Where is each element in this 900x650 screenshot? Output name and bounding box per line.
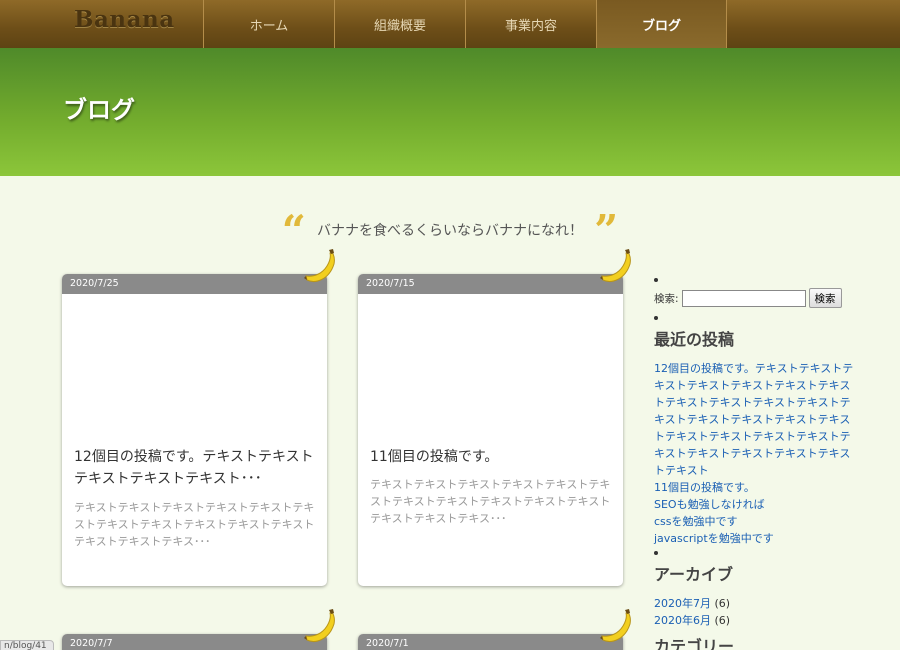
post-card[interactable]: 2020/7/1 [358,608,631,650]
post-title[interactable]: 12個目の投稿です。テキストテキストテキストテキストテキスト･･･ [74,446,316,490]
list-bullet [654,278,658,282]
site-header: Banana ホーム 組織概要 事業内容 ブログ [0,0,900,48]
recent-posts-heading: 最近の投稿 [654,330,735,349]
post-date: 2020/7/25 [62,274,327,294]
post-excerpt: テキストテキストテキストテキストテキストテキストテキストテキストテキストテキスト… [74,501,315,548]
list-bullet [654,551,658,555]
nav-item-services[interactable]: 事業内容 [465,0,596,48]
banana-icon [303,248,335,282]
archive-count: (6) [714,614,731,627]
recent-post-link[interactable]: cssを勉強中です [654,513,854,530]
category-heading: カテゴリー [654,637,735,650]
recent-post-link[interactable]: SEOも勉強しなければ [654,496,854,513]
status-bar-url: n/blog/41 [0,640,54,650]
post-card[interactable]: 2020/7/7 [62,608,335,650]
page-hero: ブログ [0,48,900,176]
site-logo[interactable]: Banana [74,6,175,33]
sidebar: 検索: 検索 最近の投稿 12個目の投稿です。テキストテキストテキストテキストテ… [654,276,854,650]
banana-icon [599,608,631,642]
page-title: ブログ [63,96,135,124]
banana-icon [599,248,631,282]
archive-item: 2020年7月 (6) [654,595,854,612]
nav-item-home[interactable]: ホーム [203,0,334,48]
archive-link[interactable]: 2020年6月 [654,614,711,627]
post-date: 2020/7/1 [358,634,623,650]
list-bullet [654,316,658,320]
search-input[interactable] [681,289,806,307]
recent-post-link[interactable]: javascriptを勉強中です [654,530,854,547]
nav-item-about[interactable]: 組織概要 [334,0,465,48]
nav-item-blog[interactable]: ブログ [596,0,727,48]
search-button[interactable]: 検索 [808,288,842,308]
post-card[interactable]: 2020/7/15 11個目の投稿です。 テキストテキストテキストテキストテキス… [358,248,631,586]
search-label: 検索: [654,292,679,305]
tagline-text: バナナを食べるくらいならバナナになれ！ [317,223,583,239]
search-widget: 検索: 検索 [654,288,854,308]
archive-heading: アーカイブ [654,565,734,584]
archive-count: (6) [714,597,731,610]
tagline: “ バナナを食べるくらいならバナナになれ！ ” [0,200,900,252]
post-title[interactable]: 11個目の投稿です。 [370,446,612,468]
post-card[interactable]: 2020/7/25 12個目の投稿です。テキストテキストテキストテキストテキスト… [62,248,335,586]
archive-link[interactable]: 2020年7月 [654,597,711,610]
post-excerpt: テキストテキストテキストテキストテキストテキストテキストテキストテキストテキスト… [370,478,611,525]
archive-item: 2020年6月 (6) [654,612,854,629]
recent-post-link[interactable]: 11個目の投稿です。 [654,479,854,496]
main-nav: ホーム 組織概要 事業内容 ブログ [203,0,727,48]
post-date: 2020/7/15 [358,274,623,294]
recent-post-link[interactable]: 12個目の投稿です。テキストテキストテキストテキストテキストテキストテキストテキ… [654,360,854,479]
banana-icon [303,608,335,642]
post-date: 2020/7/7 [62,634,327,650]
